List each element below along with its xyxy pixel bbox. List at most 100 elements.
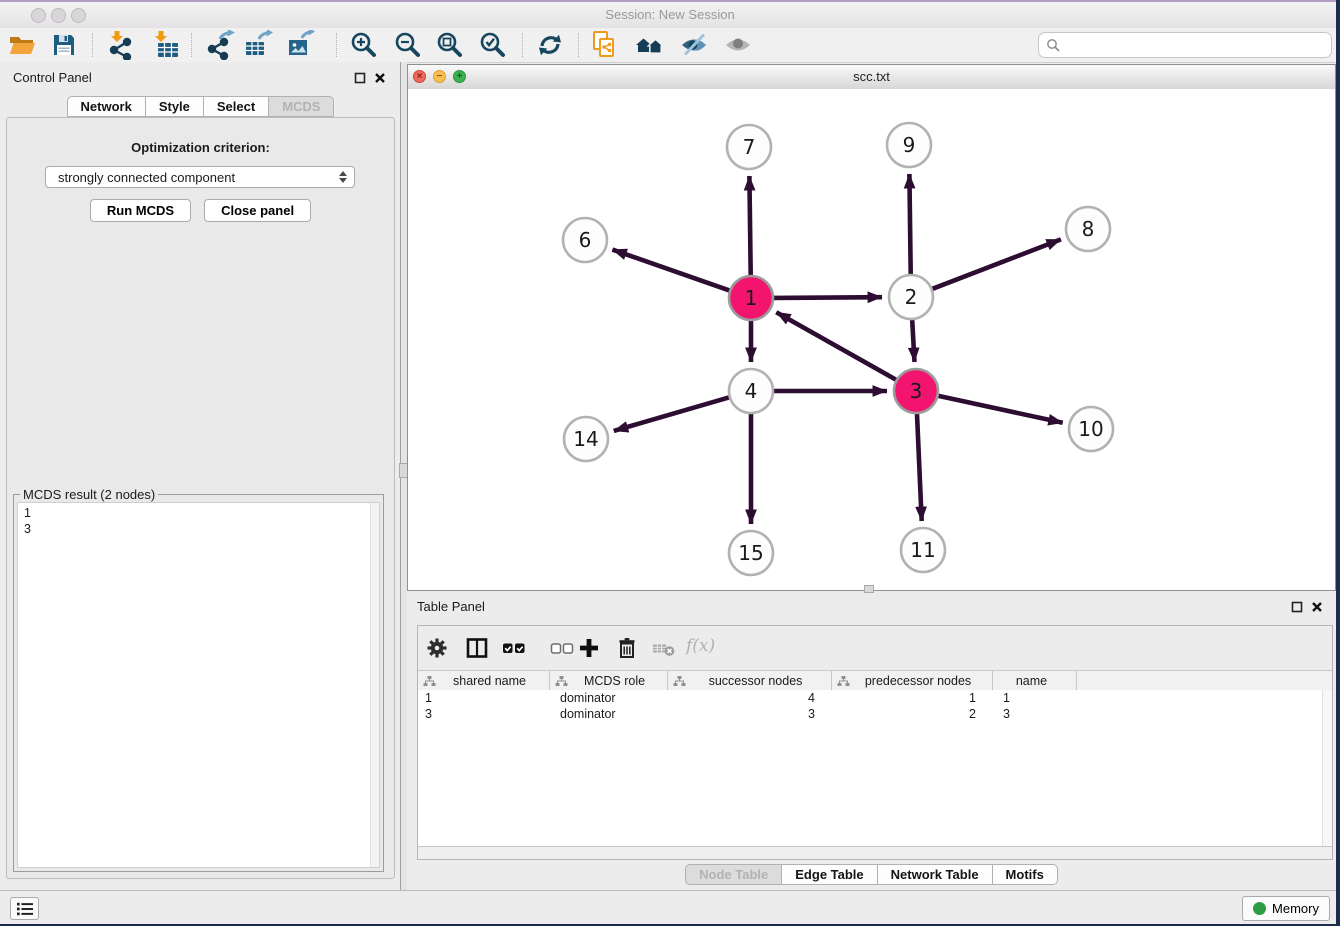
- table-cell[interactable]: 1: [993, 690, 1077, 706]
- node-label: 6: [579, 228, 592, 252]
- search-field[interactable]: [1038, 32, 1332, 58]
- plus-icon: [577, 636, 601, 660]
- column-header-mcds-role[interactable]: MCDS role: [550, 671, 668, 690]
- delete-table-button[interactable]: [652, 636, 676, 660]
- zoom-fit-button[interactable]: [434, 30, 464, 60]
- edge-3-1[interactable]: [776, 312, 896, 380]
- export-network-button[interactable]: [206, 30, 236, 60]
- table-cell[interactable]: dominator: [550, 690, 668, 706]
- tab-mcds[interactable]: MCDS: [268, 96, 334, 117]
- table-row[interactable]: 1dominator411: [418, 690, 1332, 706]
- column-type-icon: [673, 675, 686, 687]
- edge-3-11[interactable]: [917, 414, 922, 521]
- table-cell[interactable]: dominator: [550, 706, 668, 722]
- import-network-button[interactable]: [105, 30, 135, 60]
- graph-node-2[interactable]: 2: [889, 275, 933, 319]
- table-cell[interactable]: 1: [832, 690, 993, 706]
- edge-2-9[interactable]: [909, 174, 910, 274]
- table-row[interactable]: 3dominator323: [418, 706, 1332, 722]
- column-header-shared-name[interactable]: shared name: [418, 671, 550, 690]
- add-column-button[interactable]: [577, 636, 601, 660]
- graph-node-6[interactable]: 6: [563, 218, 607, 262]
- graph-node-14[interactable]: 14: [564, 417, 608, 461]
- node-table: f(x) shared nameMCDS rolesuccessor nodes…: [417, 625, 1333, 860]
- memory-button[interactable]: Memory: [1242, 896, 1330, 921]
- table-cell[interactable]: 3: [668, 706, 832, 722]
- export-image-button[interactable]: [285, 30, 315, 60]
- result-scrollbar[interactable]: [370, 503, 379, 867]
- first-neighbors-button[interactable]: [589, 30, 619, 60]
- mcds-result-text[interactable]: 1 3: [17, 502, 380, 868]
- table-cell[interactable]: 4: [668, 690, 832, 706]
- optimization-criterion-select[interactable]: strongly connected component: [45, 166, 355, 188]
- select-all-button[interactable]: [502, 636, 526, 660]
- zoom-out-button[interactable]: [392, 30, 422, 60]
- split-view-button[interactable]: [465, 636, 489, 660]
- graph-node-7[interactable]: 7: [727, 125, 771, 169]
- graph-node-3[interactable]: 3: [894, 369, 938, 413]
- edge-3-10[interactable]: [939, 396, 1063, 423]
- edge-2-3[interactable]: [912, 320, 914, 362]
- table-cell[interactable]: 2: [832, 706, 993, 722]
- table-vertical-scrollbar[interactable]: [1322, 690, 1332, 847]
- zoom-in-button[interactable]: [348, 30, 378, 60]
- save-session-button[interactable]: [49, 30, 79, 60]
- table-cell[interactable]: 3: [993, 706, 1077, 722]
- edge-1-2[interactable]: [774, 297, 882, 298]
- table-toolbar: f(x): [418, 626, 1332, 670]
- search-input[interactable]: [1064, 37, 1331, 54]
- refresh-button[interactable]: [535, 30, 565, 60]
- close-icon[interactable]: [1311, 600, 1323, 618]
- tab-network-table[interactable]: Network Table: [877, 864, 993, 885]
- task-history-button[interactable]: [10, 897, 39, 920]
- edge-4-14[interactable]: [614, 397, 729, 431]
- zoom-selected-button[interactable]: [477, 30, 507, 60]
- graph-node-15[interactable]: 15: [729, 531, 773, 575]
- edge-2-8[interactable]: [933, 239, 1061, 288]
- hide-selected-button[interactable]: [679, 30, 709, 60]
- delete-column-button[interactable]: [615, 636, 639, 660]
- run-mcds-button[interactable]: Run MCDS: [90, 199, 191, 222]
- float-panel-icon[interactable]: [354, 71, 366, 89]
- graph-node-4[interactable]: 4: [729, 369, 773, 413]
- tab-network[interactable]: Network: [67, 96, 146, 117]
- edge-1-6[interactable]: [612, 250, 729, 291]
- table-horizontal-scrollbar[interactable]: [418, 846, 1332, 859]
- tab-motifs[interactable]: Motifs: [992, 864, 1058, 885]
- export-table-button[interactable]: [243, 30, 273, 60]
- network-canvas[interactable]: 7 9 6 8 1 2 4 3 14 10 15 11: [408, 89, 1335, 590]
- graph-node-1[interactable]: 1: [729, 276, 773, 320]
- table-cell[interactable]: 3: [418, 706, 550, 722]
- network-window-title: scc.txt: [408, 69, 1335, 84]
- show-all-button[interactable]: [723, 30, 753, 60]
- tab-node-table[interactable]: Node Table: [685, 864, 782, 885]
- horizontal-splitter-grip[interactable]: [864, 585, 874, 593]
- tab-edge-table[interactable]: Edge Table: [781, 864, 877, 885]
- column-header-name[interactable]: name: [993, 671, 1077, 690]
- zoom-fit-icon: [434, 30, 464, 60]
- tab-style[interactable]: Style: [145, 96, 204, 117]
- home-icon: [635, 30, 665, 60]
- function-builder-button[interactable]: f(x): [686, 636, 715, 656]
- import-table-button[interactable]: [150, 30, 180, 60]
- save-icon: [49, 30, 79, 60]
- toolbar-separator: [522, 33, 523, 57]
- table-cell[interactable]: 1: [418, 690, 550, 706]
- close-panel-button[interactable]: Close panel: [204, 199, 311, 222]
- float-panel-icon[interactable]: [1291, 600, 1303, 618]
- graph-node-9[interactable]: 9: [887, 123, 931, 167]
- graph-node-8[interactable]: 8: [1066, 207, 1110, 251]
- graph-node-11[interactable]: 11: [901, 528, 945, 572]
- table-settings-button[interactable]: [425, 636, 449, 660]
- column-header-successor-nodes[interactable]: successor nodes: [668, 671, 832, 690]
- import-network-icon: [105, 30, 135, 60]
- deselect-all-button[interactable]: [550, 636, 574, 660]
- edge-1-7[interactable]: [749, 176, 750, 275]
- close-icon[interactable]: [374, 71, 386, 89]
- tab-select[interactable]: Select: [203, 96, 269, 117]
- home-button[interactable]: [635, 30, 665, 60]
- panel-splitter[interactable]: [400, 62, 407, 890]
- open-session-button[interactable]: [7, 30, 37, 60]
- column-header-predecessor-nodes[interactable]: predecessor nodes: [832, 671, 993, 690]
- graph-node-10[interactable]: 10: [1069, 407, 1113, 451]
